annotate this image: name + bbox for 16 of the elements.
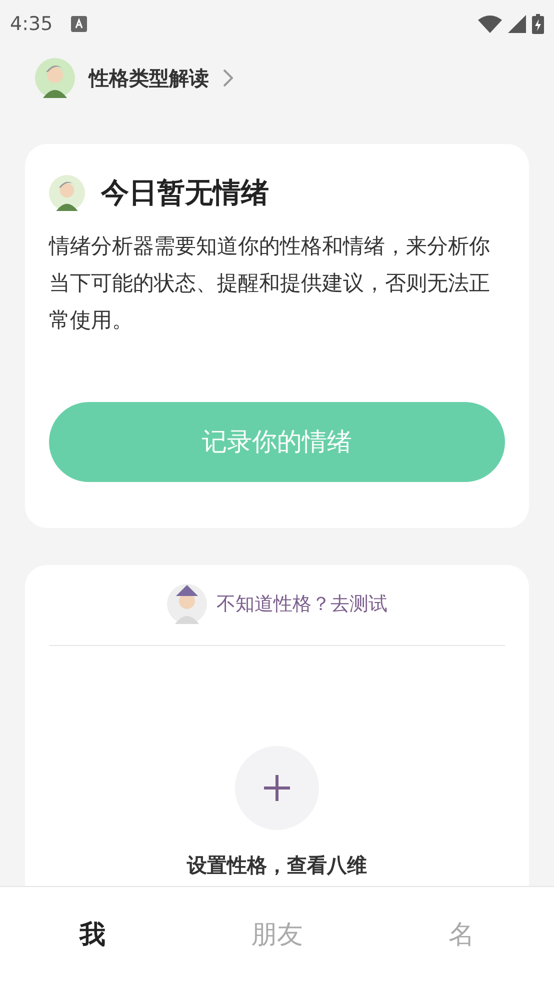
signal-icon xyxy=(508,15,526,33)
take-test-link[interactable]: 不知道性格？去测试 xyxy=(166,581,388,627)
avatar-icon xyxy=(49,175,85,211)
set-personality-label: 设置性格，查看八维 xyxy=(187,852,367,879)
keyboard-icon xyxy=(70,16,87,32)
tab[interactable]: 我 xyxy=(71,916,114,955)
personality-type-link[interactable]: 性格类型解读 xyxy=(35,58,233,98)
mood-title: 今日暂无情绪 xyxy=(101,175,269,211)
mood-description: 情绪分析器需要知道你的性格和情绪，来分析你当下可能的状态、提醒和提供建议，否则无法正常使用。 xyxy=(49,233,491,334)
chevron-right-icon xyxy=(223,69,233,87)
avatar-icon xyxy=(35,58,75,98)
wifi-icon xyxy=(478,15,502,33)
battery-icon xyxy=(532,14,544,34)
plus-icon xyxy=(262,773,292,803)
status-time: 4:35 xyxy=(10,12,53,37)
avatar-icon xyxy=(166,584,206,624)
